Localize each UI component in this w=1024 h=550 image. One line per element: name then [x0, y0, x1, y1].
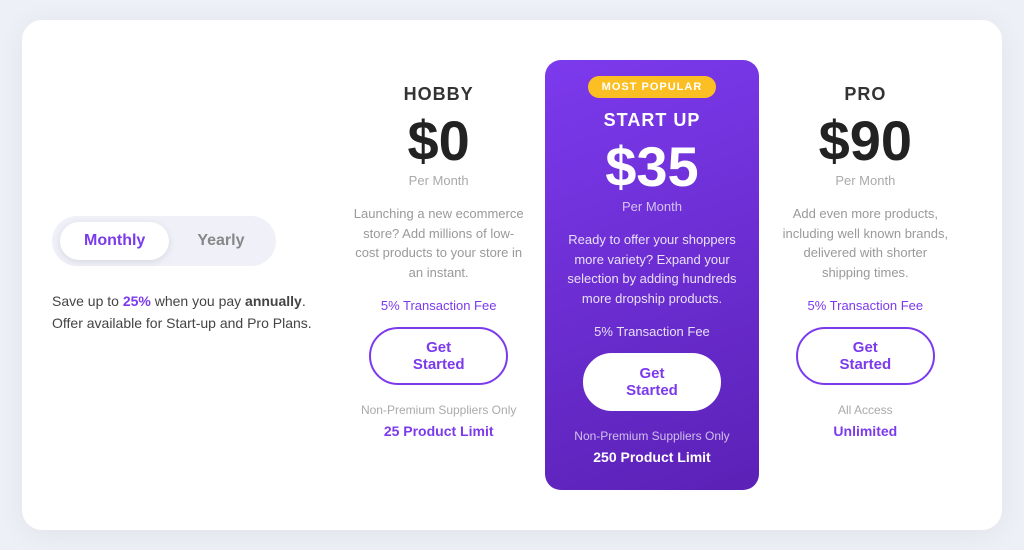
hobby-desc: Launching a new ecommerce store? Add mil…: [352, 204, 525, 282]
startup-limit: 250 Product Limit: [593, 449, 710, 465]
pro-name: PRO: [844, 84, 886, 105]
startup-fee: 5% Transaction Fee: [594, 324, 710, 339]
savings-end: .: [302, 293, 306, 309]
pro-fee: 5% Transaction Fee: [808, 298, 924, 313]
startup-price: $35: [605, 139, 698, 195]
savings-suffix: when you pay: [151, 293, 245, 309]
pro-price: $90: [819, 113, 912, 169]
savings-highlight: 25%: [123, 293, 151, 309]
startup-suppliers: Non-Premium Suppliers Only: [574, 429, 729, 443]
pricing-card: Monthly Yearly Save up to 25% when you p…: [22, 20, 1002, 530]
savings-line2: Offer available for Start-up and Pro Pla…: [52, 315, 312, 331]
pro-cta[interactable]: Get Started: [796, 327, 935, 385]
hobby-name: HOBBY: [404, 84, 474, 105]
hobby-limit: 25 Product Limit: [384, 423, 494, 439]
hobby-fee: 5% Transaction Fee: [381, 298, 497, 313]
yearly-toggle[interactable]: Yearly: [173, 222, 268, 260]
monthly-toggle[interactable]: Monthly: [60, 222, 169, 260]
pro-all-access: All Access: [838, 403, 893, 417]
hobby-per-month: Per Month: [409, 173, 469, 188]
left-panel: Monthly Yearly Save up to 25% when you p…: [52, 60, 332, 490]
billing-toggle: Monthly Yearly: [52, 216, 276, 266]
popular-badge: MOST POPULAR: [588, 76, 717, 98]
startup-cta[interactable]: Get Started: [583, 353, 722, 411]
pro-per-month: Per Month: [835, 173, 895, 188]
pro-desc: Add even more products, including well k…: [779, 204, 952, 282]
plan-startup: MOST POPULAR START UP $35 Per Month Read…: [545, 60, 758, 490]
hobby-price: $0: [408, 113, 470, 169]
startup-name: START UP: [604, 110, 701, 131]
plan-pro: PRO $90 Per Month Add even more products…: [759, 60, 972, 490]
savings-prefix: Save up to: [52, 293, 123, 309]
pro-limit: Unlimited: [833, 423, 897, 439]
hobby-cta[interactable]: Get Started: [369, 327, 508, 385]
savings-bold: annually: [245, 293, 302, 309]
startup-per-month: Per Month: [622, 199, 682, 214]
startup-desc: Ready to offer your shoppers more variet…: [565, 230, 738, 308]
savings-description: Save up to 25% when you pay annually. Of…: [52, 290, 312, 335]
hobby-suppliers: Non-Premium Suppliers Only: [361, 403, 516, 417]
plans-container: HOBBY $0 Per Month Launching a new ecomm…: [332, 60, 972, 490]
plan-hobby: HOBBY $0 Per Month Launching a new ecomm…: [332, 60, 545, 490]
